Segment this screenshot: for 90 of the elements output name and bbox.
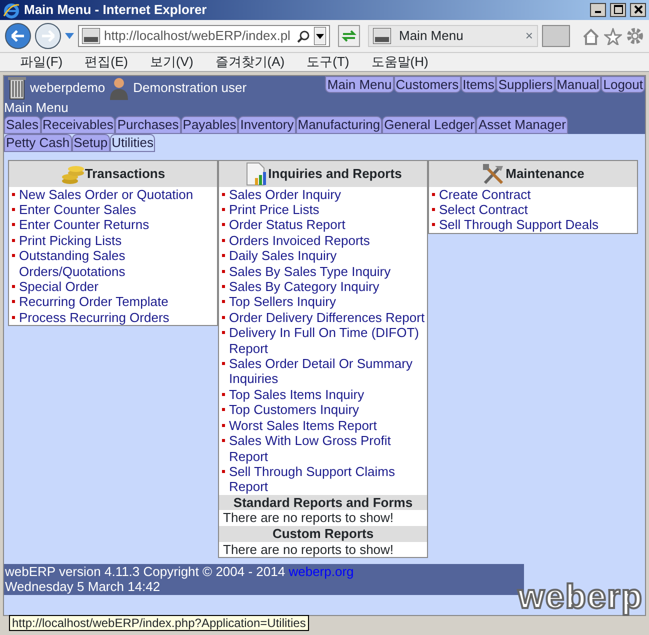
menu-link[interactable]: Create Contract [429, 186, 637, 202]
refresh-icon[interactable] [338, 25, 360, 47]
menu-link[interactable]: New Sales Order or Quotation [9, 186, 217, 202]
menu-link[interactable]: Delivery In Full On Time (DIFOT) Report [219, 325, 427, 356]
header-link[interactable]: Main Menu [325, 76, 394, 93]
menu-link[interactable]: Sales Order Detail Or Summary Inquiries [219, 356, 427, 387]
settings-icon[interactable] [626, 27, 644, 45]
footer-date: Wednesday 5 March 14:42 [5, 579, 162, 594]
menu-link[interactable]: Top Sales Items Inquiry [219, 386, 427, 402]
empty-message: There are no reports to show! [222, 542, 395, 558]
address-text: http://localhost/webERP/index.pl [104, 28, 292, 44]
status-tooltip: http://localhost/webERP/index.php?Application=Utilities [9, 614, 309, 631]
user-name: Demonstration user [133, 80, 248, 96]
menu-item[interactable]: 편집(E) [84, 54, 128, 70]
menu-link[interactable]: Enter Counter Sales [9, 202, 217, 218]
back-button[interactable] [5, 23, 31, 49]
company-name: weberpdemo [30, 80, 106, 96]
browser-tab[interactable]: Main Menu × [368, 25, 538, 47]
header-link[interactable]: Suppliers [496, 76, 555, 93]
menu-item[interactable]: 보기(V) [150, 54, 194, 70]
module-tab[interactable]: Asset Manager [476, 116, 568, 134]
site-icon [373, 28, 391, 44]
address-bar[interactable]: http://localhost/webERP/index.pl [78, 25, 330, 47]
menu-item[interactable]: 도구(T) [306, 54, 350, 70]
menu-link[interactable]: Sell Through Support Deals [429, 217, 637, 233]
menu-link[interactable]: Process Recurring Orders [9, 310, 217, 326]
module-tab[interactable]: Payables [180, 116, 238, 134]
browser-logo-icon [3, 2, 20, 18]
header-link[interactable]: Logout [601, 76, 645, 93]
forward-button[interactable] [35, 23, 61, 49]
footer-logo: weberp [518, 579, 643, 615]
menu-link[interactable]: Order Delivery Differences Report [219, 310, 427, 326]
empty-message: There are no reports to show! [222, 510, 395, 526]
header-link[interactable]: Customers [394, 76, 461, 93]
menu-link[interactable]: Sales Order Inquiry [219, 186, 427, 202]
module-tab[interactable]: Manufacturing [296, 116, 382, 134]
menu-link[interactable]: Print Price Lists [219, 202, 427, 218]
menu-link[interactable]: Enter Counter Returns [9, 217, 217, 233]
site-icon [82, 28, 100, 44]
panel-title: Transactions [84, 166, 166, 182]
module-tab[interactable]: Setup [72, 134, 110, 152]
maximize-button[interactable] [610, 3, 626, 17]
menu-link[interactable]: Sell Through Support Claims Report [219, 464, 427, 495]
close-icon [634, 4, 642, 14]
module-tab[interactable]: Petty Cash [4, 134, 72, 152]
page-title: Main Menu [4, 100, 70, 116]
menu-link[interactable]: Print Picking Lists [9, 232, 217, 248]
favorites-icon[interactable] [604, 28, 622, 44]
module-tab[interactable]: Inventory [238, 116, 296, 134]
header-link[interactable]: Manual [554, 76, 602, 93]
menu-link[interactable]: Daily Sales Inquiry [219, 248, 427, 264]
menu-link[interactable]: Top Customers Inquiry [219, 402, 427, 418]
menu-link[interactable]: Top Sellers Inquiry [219, 294, 427, 310]
menu-link[interactable]: Orders Invoiced Reports [219, 232, 427, 248]
tab-close-button[interactable]: × [525, 28, 533, 44]
section-heading: Custom Reports [219, 526, 427, 542]
header-link[interactable]: Items [460, 76, 496, 93]
module-tab[interactable]: Purchases [115, 116, 181, 134]
menu-item[interactable]: 파일(F) [20, 54, 63, 70]
home-icon[interactable] [582, 28, 600, 44]
menu-item[interactable]: 즐겨찾기(A) [215, 54, 285, 70]
maximize-icon [614, 4, 622, 14]
back-arrow-icon [11, 30, 25, 42]
panel-title: Maintenance [506, 166, 584, 182]
menu-link[interactable]: Sales With Low Gross Profit Report [219, 433, 427, 464]
menu-link[interactable]: Order Status Report [219, 217, 427, 233]
window-title: Main Menu - Internet Explorer [24, 2, 208, 18]
user-icon [109, 76, 130, 100]
menu-link[interactable]: Outstanding Sales Orders/Quotations [9, 248, 217, 280]
menu-link[interactable]: Select Contract [429, 202, 637, 218]
module-tab[interactable]: Utilities [110, 134, 156, 152]
minimize-button[interactable] [590, 3, 606, 17]
module-tab[interactable]: Receivables [40, 116, 116, 134]
forward-arrow-icon [41, 30, 55, 42]
menu-link[interactable]: Sales By Sales Type Inquiry [219, 264, 427, 280]
module-tab[interactable]: Sales [4, 116, 41, 134]
tools-icon [482, 162, 506, 185]
dropdown-icon[interactable] [314, 27, 326, 45]
menu-item[interactable]: 도움말(H) [371, 54, 428, 70]
search-icon[interactable] [297, 30, 310, 42]
menu-link[interactable]: Special Order [9, 279, 217, 294]
section-heading: Standard Reports and Forms [219, 494, 427, 510]
menu-link[interactable]: Recurring Order Template [9, 294, 217, 310]
panel-title: Inquiries and Reports [268, 166, 402, 182]
close-button[interactable] [630, 3, 646, 17]
menu-link[interactable]: Worst Sales Items Report [219, 418, 427, 434]
footer-version: webERP version 4.11.3 Copyright © 2004 - 2014 weberp.org [5, 564, 355, 580]
tab-title: Main Menu [399, 28, 464, 44]
menu-link[interactable]: Sales By Category Inquiry [219, 279, 427, 294]
module-tab[interactable]: General Ledger [382, 116, 476, 134]
